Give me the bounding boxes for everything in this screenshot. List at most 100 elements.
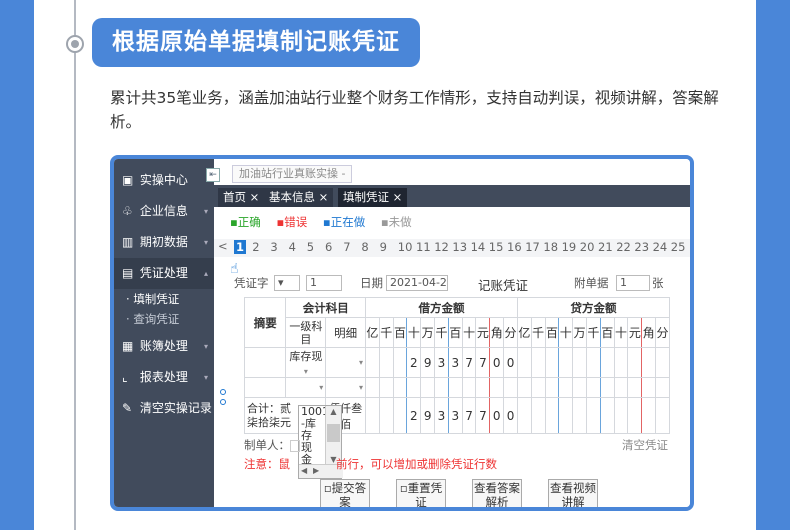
debit-digit-cell[interactable] bbox=[420, 377, 436, 398]
sidebar-item-clear-records[interactable]: ✎ 清空实操记录 bbox=[114, 393, 214, 424]
debit-digit-cell[interactable]: 3 bbox=[434, 347, 449, 378]
page-number[interactable]: 1 bbox=[234, 240, 247, 254]
page-number[interactable]: 24 bbox=[653, 240, 668, 254]
page-number[interactable]: 14 bbox=[471, 240, 486, 254]
credit-digit-cell[interactable] bbox=[641, 347, 657, 378]
page-number[interactable]: 22 bbox=[616, 240, 631, 254]
credit-digit-cell[interactable] bbox=[516, 377, 532, 398]
page-number[interactable]: 17 bbox=[525, 240, 540, 254]
page-number[interactable]: 5 bbox=[307, 240, 314, 254]
sidebar-item-opening-data[interactable]: ▥ 期初数据 ▾ bbox=[114, 227, 214, 258]
credit-digit-cell[interactable] bbox=[516, 347, 532, 378]
page-number[interactable]: 12 bbox=[434, 240, 449, 254]
view-video-button[interactable]: 查看视频 讲解 bbox=[548, 479, 598, 507]
credit-digit-cell[interactable] bbox=[655, 347, 670, 378]
page-number[interactable]: 2 bbox=[252, 240, 259, 254]
credit-digit-cell[interactable] bbox=[572, 377, 587, 398]
detail-cell[interactable]: ▾ bbox=[325, 377, 366, 398]
credit-digit-cell[interactable] bbox=[655, 377, 670, 398]
page-number[interactable]: 19 bbox=[562, 240, 577, 254]
debit-digit-cell[interactable]: 0 bbox=[503, 347, 518, 378]
page-number[interactable]: 23 bbox=[634, 240, 649, 254]
sidebar-item-voucher[interactable]: ▤ 凭证处理 ▴ bbox=[114, 258, 214, 289]
debit-digit-cell[interactable] bbox=[503, 377, 518, 398]
page-number[interactable]: 11 bbox=[416, 240, 431, 254]
debit-digit-cell[interactable]: 7 bbox=[475, 347, 491, 378]
credit-digit-cell[interactable] bbox=[558, 377, 574, 398]
credit-digit-cell[interactable] bbox=[585, 347, 601, 378]
page-number[interactable]: 25 bbox=[671, 240, 686, 254]
credit-digit-cell[interactable] bbox=[585, 377, 601, 398]
sidebar-item-practice-center[interactable]: ▣ 实操中心 bbox=[114, 165, 214, 196]
debit-digit-cell[interactable] bbox=[406, 377, 422, 398]
credit-digit-cell[interactable] bbox=[613, 377, 629, 398]
attachment-count-input[interactable]: 1 bbox=[616, 275, 650, 291]
voucher-number-input[interactable]: 1 bbox=[306, 275, 342, 291]
sidebar-subitem-query-voucher[interactable]: · 查询凭证 bbox=[114, 309, 214, 329]
add-row-icon[interactable] bbox=[220, 389, 226, 395]
debit-digit-cell[interactable]: 9 bbox=[420, 347, 436, 378]
credit-digit-cell[interactable] bbox=[613, 347, 629, 378]
page-number[interactable]: 6 bbox=[325, 240, 332, 254]
date-input[interactable]: 2021-04-2 bbox=[386, 275, 448, 291]
page-number[interactable]: 13 bbox=[452, 240, 467, 254]
clear-voucher-link[interactable]: 清空凭证 bbox=[622, 437, 668, 453]
debit-digit-cell[interactable]: 0 bbox=[489, 347, 505, 378]
debit-digit-cell[interactable] bbox=[475, 377, 491, 398]
debit-digit-cell[interactable] bbox=[364, 347, 380, 378]
page-number[interactable]: 15 bbox=[489, 240, 504, 254]
breadcrumb[interactable]: 加油站行业真账实操 - bbox=[232, 165, 353, 183]
chevron-up-icon[interactable]: ▲ bbox=[326, 406, 341, 418]
prev-page-button[interactable]: < bbox=[218, 239, 228, 253]
tab-basic-info[interactable]: 基本信息 × bbox=[264, 188, 334, 207]
page-number[interactable]: 4 bbox=[289, 240, 296, 254]
reset-voucher-button[interactable]: ▫重置凭证 bbox=[396, 479, 446, 507]
summary-cell[interactable] bbox=[243, 377, 287, 398]
account-cell[interactable]: ▾ bbox=[285, 377, 327, 398]
page-number[interactable]: 18 bbox=[543, 240, 558, 254]
debit-digit-cell[interactable] bbox=[447, 377, 463, 398]
credit-digit-cell[interactable] bbox=[599, 347, 615, 378]
credit-digit-cell[interactable] bbox=[530, 377, 546, 398]
debit-digit-cell[interactable]: 7 bbox=[461, 347, 477, 378]
debit-digit-cell[interactable]: 2 bbox=[406, 347, 422, 378]
scroll-thumb[interactable] bbox=[327, 424, 340, 442]
tab-home[interactable]: 首页 × bbox=[218, 188, 265, 207]
debit-digit-cell[interactable] bbox=[434, 377, 449, 398]
credit-digit-cell[interactable] bbox=[530, 347, 546, 378]
account-cell[interactable]: 库存现 ▾ bbox=[285, 347, 327, 378]
remove-row-icon[interactable] bbox=[220, 399, 226, 405]
debit-digit-cell[interactable] bbox=[392, 377, 408, 398]
page-number[interactable]: 21 bbox=[598, 240, 613, 254]
sidebar-item-ledger[interactable]: ▦ 账簿处理 ▾ bbox=[114, 331, 214, 362]
debit-digit-cell[interactable] bbox=[461, 377, 477, 398]
page-number[interactable]: 8 bbox=[361, 240, 368, 254]
credit-digit-cell[interactable] bbox=[641, 377, 657, 398]
credit-digit-cell[interactable] bbox=[627, 377, 643, 398]
sidebar-item-company-info[interactable]: ♧ 企业信息 ▾ bbox=[114, 196, 214, 227]
summary-cell[interactable] bbox=[243, 347, 287, 378]
sidebar-item-reports[interactable]: ⌞ 报表处理 ▾ bbox=[114, 362, 214, 393]
credit-digit-cell[interactable] bbox=[627, 347, 643, 378]
page-number[interactable]: 9 bbox=[380, 240, 387, 254]
debit-digit-cell[interactable] bbox=[378, 377, 394, 398]
credit-digit-cell[interactable] bbox=[572, 347, 587, 378]
debit-digit-cell[interactable] bbox=[392, 347, 408, 378]
debit-digit-cell[interactable] bbox=[364, 377, 380, 398]
page-number[interactable]: 7 bbox=[343, 240, 350, 254]
voucher-type-select[interactable]: ▾ bbox=[274, 275, 300, 291]
tab-fill-voucher[interactable]: 填制凭证 × bbox=[338, 188, 408, 207]
credit-digit-cell[interactable] bbox=[558, 347, 574, 378]
page-number[interactable]: 10 bbox=[398, 240, 413, 254]
debit-digit-cell[interactable] bbox=[378, 347, 394, 378]
credit-digit-cell[interactable] bbox=[599, 377, 615, 398]
detail-cell[interactable]: ▾ bbox=[325, 347, 366, 378]
debit-digit-cell[interactable]: 3 bbox=[447, 347, 463, 378]
page-number[interactable]: 20 bbox=[580, 240, 595, 254]
page-number[interactable]: 16 bbox=[507, 240, 522, 254]
view-answer-button[interactable]: 查看答案 解析 bbox=[472, 479, 522, 507]
debit-digit-cell[interactable] bbox=[489, 377, 505, 398]
submit-answer-button[interactable]: ▫提交答案 bbox=[320, 479, 370, 507]
page-number[interactable]: 3 bbox=[270, 240, 277, 254]
credit-digit-cell[interactable] bbox=[544, 377, 560, 398]
